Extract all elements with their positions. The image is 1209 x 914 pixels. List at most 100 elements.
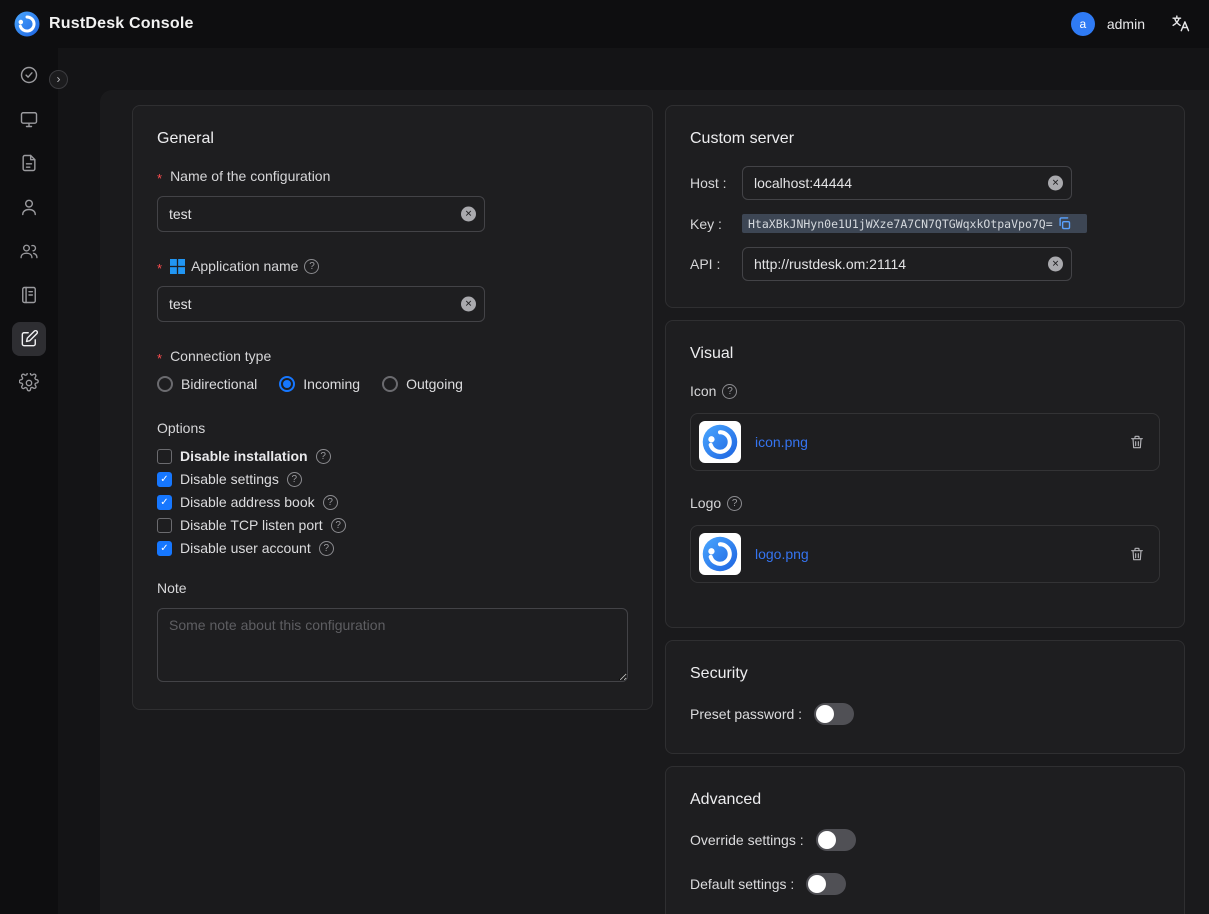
radio-label: Incoming bbox=[303, 376, 360, 392]
log-book-icon bbox=[19, 285, 39, 305]
key-value: HtaXBkJNHyn0e1U1jWXze7A7CN7QTGWqxkOtpaVp… bbox=[748, 217, 1053, 231]
sidebar-item-users[interactable] bbox=[12, 190, 46, 224]
radio-icon bbox=[157, 376, 173, 392]
main-content: General Name of the configuration bbox=[58, 48, 1209, 914]
disable-installation-help-icon[interactable] bbox=[316, 449, 331, 464]
disable-settings-help-icon[interactable] bbox=[287, 472, 302, 487]
sidebar-expand-button[interactable] bbox=[49, 70, 68, 89]
clear-api-icon[interactable] bbox=[1048, 257, 1063, 272]
radio-outgoing[interactable]: Outgoing bbox=[382, 376, 463, 392]
connection-type-group: Bidirectional Incoming Outgoing bbox=[157, 376, 628, 392]
security-card: Security Preset password : bbox=[665, 640, 1185, 754]
radio-bidirectional[interactable]: Bidirectional bbox=[157, 376, 257, 392]
host-input[interactable] bbox=[742, 166, 1072, 200]
groups-icon bbox=[19, 241, 39, 261]
document-icon bbox=[19, 153, 39, 173]
content-panel: General Name of the configuration bbox=[100, 90, 1209, 914]
clear-application-name-icon[interactable] bbox=[461, 297, 476, 312]
icon-label: Icon bbox=[690, 383, 1160, 399]
override-settings-toggle[interactable] bbox=[816, 829, 856, 851]
dashboard-icon bbox=[19, 65, 39, 85]
visual-title: Visual bbox=[690, 345, 1160, 363]
application-name-label: Application name bbox=[157, 258, 628, 274]
custom-server-card: Custom server Host : Key : HtaXBkJNHyn0e… bbox=[665, 105, 1185, 308]
radio-icon bbox=[382, 376, 398, 392]
clear-name-icon[interactable] bbox=[461, 207, 476, 222]
edit-icon bbox=[19, 329, 39, 349]
visual-card: Visual Icon icon.png bbox=[665, 320, 1185, 628]
sidebar-item-groups[interactable] bbox=[12, 234, 46, 268]
sidebar bbox=[0, 48, 58, 914]
app-title: RustDesk Console bbox=[49, 15, 194, 33]
disable-user-account-help-icon[interactable] bbox=[319, 541, 334, 556]
delete-logo-trash-icon[interactable] bbox=[1129, 546, 1145, 562]
top-bar: RustDesk Console a admin bbox=[0, 0, 1209, 48]
checkbox-disable-user-account[interactable]: Disable user account bbox=[157, 540, 628, 556]
checkbox-label: Disable user account bbox=[180, 540, 311, 556]
host-label: Host : bbox=[690, 175, 742, 191]
checkbox-disable-installation[interactable]: Disable installation bbox=[157, 448, 628, 464]
name-config-input[interactable] bbox=[157, 196, 485, 232]
options-list: Disable installation Disable settings Di… bbox=[157, 448, 628, 556]
sidebar-item-documents[interactable] bbox=[12, 146, 46, 180]
default-settings-label: Default settings : bbox=[690, 876, 794, 892]
application-name-input[interactable] bbox=[157, 286, 485, 322]
name-config-label: Name of the configuration bbox=[157, 168, 628, 184]
advanced-title: Advanced bbox=[690, 791, 1160, 809]
sidebar-item-dashboard[interactable] bbox=[12, 58, 46, 92]
avatar[interactable]: a bbox=[1071, 12, 1095, 36]
checkbox-label: Disable installation bbox=[180, 448, 308, 464]
sidebar-item-devices[interactable] bbox=[12, 102, 46, 136]
icon-file-box: icon.png bbox=[690, 413, 1160, 471]
disable-tcp-listen-port-help-icon[interactable] bbox=[331, 518, 346, 533]
sidebar-item-custom-clients[interactable] bbox=[12, 322, 46, 356]
checkbox-icon bbox=[157, 541, 172, 556]
checkbox-icon bbox=[157, 449, 172, 464]
checkbox-icon bbox=[157, 472, 172, 487]
rustdesk-logo-icon bbox=[14, 11, 40, 37]
options-label: Options bbox=[157, 420, 628, 436]
preset-password-toggle[interactable] bbox=[814, 703, 854, 725]
preset-password-label: Preset password : bbox=[690, 706, 802, 722]
icon-help-icon[interactable] bbox=[722, 384, 737, 399]
advanced-card: Advanced Override settings : Default set… bbox=[665, 766, 1185, 914]
checkbox-label: Disable address book bbox=[180, 494, 315, 510]
brand: RustDesk Console bbox=[14, 11, 194, 37]
key-label: Key : bbox=[690, 216, 742, 232]
checkbox-disable-address-book[interactable]: Disable address book bbox=[157, 494, 628, 510]
icon-file-link[interactable]: icon.png bbox=[755, 434, 808, 450]
delete-icon-trash-icon[interactable] bbox=[1129, 434, 1145, 450]
api-input[interactable] bbox=[742, 247, 1072, 281]
logo-file-box: logo.png bbox=[690, 525, 1160, 583]
sidebar-item-logs[interactable] bbox=[12, 278, 46, 312]
disable-address-book-help-icon[interactable] bbox=[323, 495, 338, 510]
note-textarea[interactable] bbox=[157, 608, 628, 682]
clear-host-icon[interactable] bbox=[1048, 176, 1063, 191]
checkbox-label: Disable settings bbox=[180, 471, 279, 487]
connection-type-label: Connection type bbox=[157, 348, 628, 364]
api-label: API : bbox=[690, 256, 742, 272]
username[interactable]: admin bbox=[1107, 16, 1145, 32]
custom-server-title: Custom server bbox=[690, 130, 1160, 148]
checkbox-icon bbox=[157, 495, 172, 510]
copy-key-icon[interactable] bbox=[1057, 216, 1072, 231]
monitor-icon bbox=[19, 109, 39, 129]
logo-thumbnail bbox=[699, 533, 741, 575]
logo-file-link[interactable]: logo.png bbox=[755, 546, 809, 562]
checkbox-disable-settings[interactable]: Disable settings bbox=[157, 471, 628, 487]
key-field: HtaXBkJNHyn0e1U1jWXze7A7CN7QTGWqxkOtpaVp… bbox=[742, 214, 1087, 233]
translate-icon[interactable] bbox=[1171, 14, 1191, 34]
sidebar-item-settings[interactable] bbox=[12, 366, 46, 400]
application-name-help-icon[interactable] bbox=[304, 259, 319, 274]
security-title: Security bbox=[690, 665, 1160, 683]
gear-icon bbox=[19, 373, 39, 393]
checkbox-disable-tcp-listen-port[interactable]: Disable TCP listen port bbox=[157, 517, 628, 533]
checkbox-label: Disable TCP listen port bbox=[180, 517, 323, 533]
override-settings-label: Override settings : bbox=[690, 832, 804, 848]
logo-help-icon[interactable] bbox=[727, 496, 742, 511]
default-settings-toggle[interactable] bbox=[806, 873, 846, 895]
radio-incoming[interactable]: Incoming bbox=[279, 376, 360, 392]
checkbox-icon bbox=[157, 518, 172, 533]
radio-label: Outgoing bbox=[406, 376, 463, 392]
radio-icon bbox=[279, 376, 295, 392]
